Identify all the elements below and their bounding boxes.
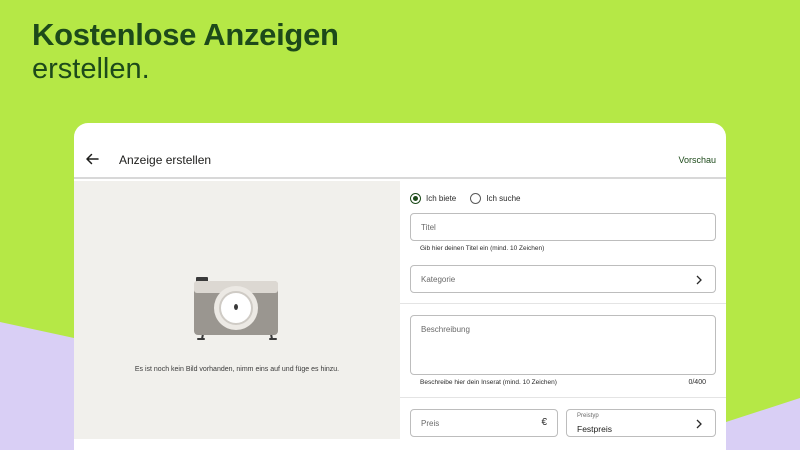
divider: [400, 303, 726, 304]
price-placeholder: Preis: [421, 419, 440, 428]
top-bar: Anzeige erstellen Vorschau: [74, 123, 726, 179]
divider: [400, 397, 726, 398]
headline: Kostenlose Anzeigen erstellen.: [32, 18, 339, 86]
camera-icon: [194, 277, 278, 340]
radio-label: Ich biete: [426, 193, 457, 203]
radio-selected-icon: [410, 192, 421, 204]
app-screen: Anzeige erstellen Vorschau Es ist noch k…: [74, 123, 726, 450]
euro-icon: €: [541, 417, 547, 428]
description-placeholder: Beschreibung: [421, 325, 470, 334]
offer-type-group: Ich biete Ich suche: [410, 191, 535, 205]
category-select[interactable]: Kategorie: [410, 265, 716, 293]
description-counter: 0/400: [688, 379, 706, 386]
title-field[interactable]: Titel: [410, 213, 716, 241]
title-placeholder: Titel: [421, 223, 436, 232]
price-field[interactable]: Preis €: [410, 409, 558, 437]
chevron-right-icon: [696, 419, 702, 429]
headline-line1: Kostenlose Anzeigen: [32, 17, 339, 52]
ad-form: Ich biete Ich suche Titel Gib hier deine…: [400, 181, 726, 450]
radio-label: Ich suche: [486, 193, 521, 203]
radio-unselected-icon: [470, 192, 482, 204]
price-type-select[interactable]: Preistyp Festpreis: [566, 409, 716, 437]
photo-hint: Es ist noch kein Bild vorhanden, nimm ei…: [134, 366, 340, 373]
title-helper: Gib hier deinen Titel ein (mind. 10 Zeic…: [420, 245, 545, 252]
price-type-label: Preistyp: [577, 413, 599, 419]
description-field[interactable]: Beschreibung: [410, 315, 716, 375]
description-helper: Beschreibe hier dein Inserat (mind. 10 Z…: [420, 379, 557, 386]
page-title: Anzeige erstellen: [119, 153, 212, 167]
category-placeholder: Kategorie: [421, 275, 456, 284]
add-photo-area[interactable]: Es ist noch kein Bild vorhanden, nimm ei…: [74, 181, 400, 439]
radio-ich-biete[interactable]: Ich biete: [410, 192, 457, 204]
chevron-right-icon: [696, 275, 702, 285]
headline-line2: erstellen.: [32, 53, 150, 85]
preview-button[interactable]: Vorschau: [678, 155, 716, 165]
price-type-value: Festpreis: [577, 424, 612, 434]
radio-ich-suche[interactable]: Ich suche: [470, 192, 521, 204]
arrow-left-icon[interactable]: [84, 151, 100, 167]
